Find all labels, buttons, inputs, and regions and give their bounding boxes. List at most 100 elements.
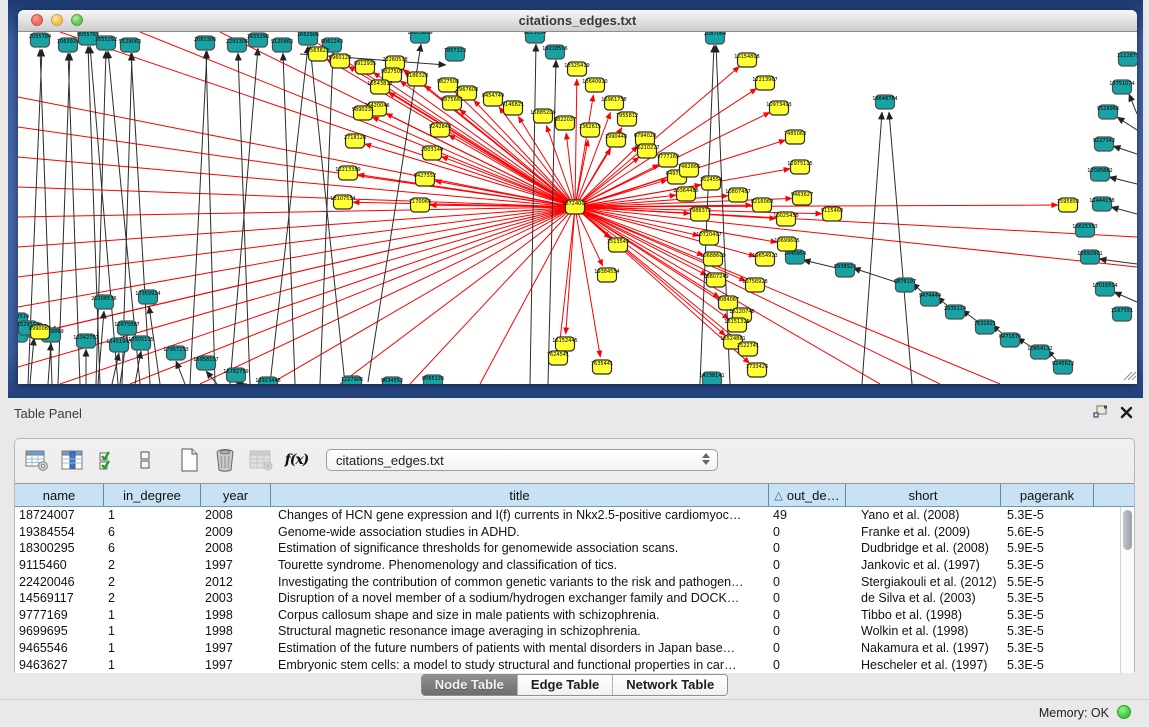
table-cell[interactable]: Structural magnetic resonance image aver… [271, 624, 769, 638]
table-cell[interactable]: Genome-wide association studies in ADHD. [271, 525, 769, 539]
table-row[interactable]: 1872400712008Changes of HCN gene express… [15, 507, 1134, 524]
graph-node[interactable]: 10807487 [725, 188, 750, 202]
graph-node[interactable]: 9474444 [919, 292, 941, 306]
table-row[interactable]: 946362711997Embryonic stem cells: a mode… [15, 656, 1134, 673]
graph-node[interactable]: 7986372 [689, 207, 711, 221]
graph-node[interactable]: 19218506 [542, 45, 567, 59]
graph-node[interactable]: 2291306 [226, 38, 248, 52]
table-cell[interactable]: 1998 [201, 608, 271, 622]
minimize-window-button[interactable] [51, 14, 63, 26]
close-window-button[interactable] [31, 14, 43, 26]
graph-node[interactable]: 1362615 [579, 123, 601, 137]
graph-node[interactable]: 7462666 [678, 163, 700, 177]
graph-node[interactable]: 8427552 [414, 172, 436, 186]
graph-node[interactable]: 10154808 [734, 53, 759, 67]
graph-node[interactable]: 17359924 [135, 290, 160, 304]
table-cell[interactable]: Corpus callosum shape and size in male p… [271, 608, 769, 622]
table-cell[interactable]: Tourette syndrome. Phenomenology and cla… [271, 558, 769, 572]
table-cell[interactable]: 9699695 [15, 624, 104, 638]
graph-node[interactable]: 8216060 [751, 198, 773, 212]
graph-node[interactable]: 16782759 [223, 368, 248, 382]
graph-node[interactable]: 10699605 [774, 237, 799, 251]
table-cell[interactable]: 18724007 [15, 508, 104, 522]
table-row[interactable]: 2242004622012Investigating the contribut… [15, 573, 1134, 590]
graph-node[interactable]: 8990081 [29, 325, 51, 339]
graph-node[interactable]: 8471676 [999, 333, 1021, 347]
table-vertical-scrollbar[interactable] [1120, 507, 1134, 673]
table-cell[interactable]: 5.5E-5 [1001, 575, 1094, 589]
graph-node[interactable]: 9120663 [271, 38, 293, 52]
table-cell[interactable]: 6 [104, 525, 201, 539]
table-cell[interactable]: 9777169 [15, 608, 104, 622]
float-panel-icon[interactable] [1093, 405, 1108, 424]
table-cell[interactable]: Disruption of a novel member of a sodium… [271, 591, 769, 605]
graph-node[interactable]: 2081306 [194, 36, 216, 50]
graph-node[interactable]: 12342757 [73, 334, 98, 348]
graph-node[interactable]: 9890231 [352, 106, 374, 120]
table-select-dropdown[interactable]: citations_edges.txt [326, 449, 718, 471]
graph-node[interactable]: 9245612 [1052, 360, 1074, 374]
tab-edge-table[interactable]: Edge Table [517, 675, 612, 695]
graph-node[interactable]: 9242848 [429, 123, 451, 137]
graph-node[interactable]: 9115460 [821, 207, 843, 221]
select-columns-button[interactable] [60, 448, 85, 472]
table-row[interactable]: 969969511998Structural magnetic resonanc… [15, 623, 1134, 640]
graph-node[interactable]: 8960128 [329, 54, 351, 68]
table-settings-button[interactable] [24, 448, 49, 472]
table-cell[interactable]: 2 [104, 591, 201, 605]
table-cell[interactable]: 2003 [201, 591, 271, 605]
graph-node[interactable]: 7632621 [974, 320, 996, 334]
table-cell[interactable]: Tibbo et al. (1998) [846, 608, 1001, 622]
table-cell[interactable]: Estimation of the future numbers of pati… [271, 641, 769, 655]
graph-node[interactable]: 1170064 [409, 198, 431, 212]
function-builder-button[interactable]: f(x) [284, 448, 309, 472]
graph-node[interactable]: 10025458 [773, 212, 798, 226]
graph-node[interactable]: 8938924 [834, 263, 856, 277]
graph-node[interactable]: 1655292 [95, 36, 117, 50]
graph-node[interactable]: 3624554 [700, 176, 722, 190]
table-cell[interactable]: 9115460 [15, 558, 104, 572]
table-cell[interactable]: 9463627 [15, 658, 104, 672]
column-header-name[interactable]: name [15, 484, 104, 506]
graph-node[interactable]: 7624541 [547, 351, 569, 365]
table-row[interactable]: 911546021997Tourette syndrome. Phenomeno… [15, 557, 1134, 574]
graph-node[interactable]: 16152445 [552, 337, 577, 351]
table-row[interactable]: 946554611997Estimation of the future num… [15, 640, 1134, 657]
graph-node[interactable]: 1227906 [341, 376, 363, 384]
zoom-window-button[interactable] [71, 14, 83, 26]
scrollbar-thumb[interactable] [1123, 510, 1132, 550]
graph-node[interactable]: 10688609 [700, 252, 725, 266]
graph-node[interactable]: 10654112 [1027, 345, 1052, 359]
table-cell[interactable]: 2012 [201, 575, 271, 589]
table-cell[interactable]: Dudbridge et al. (2008) [846, 541, 1001, 555]
table-cell[interactable]: Hescheler et al. (1997) [846, 658, 1001, 672]
graph-node[interactable]: 16958107 [193, 356, 218, 370]
table-cell[interactable]: Embryonic stem cells: a model to study s… [271, 658, 769, 672]
table-cell[interactable]: Nakamura et al. (1997) [846, 641, 1001, 655]
table-cell[interactable]: 6 [104, 541, 201, 555]
table-cell[interactable]: 5.3E-5 [1001, 558, 1094, 572]
graph-node[interactable]: 16648784 [872, 95, 897, 109]
table-cell[interactable]: 19384554 [15, 525, 104, 539]
graph-node[interactable]: 15885209 [530, 109, 555, 123]
graph-node[interactable]: 18724007 [562, 200, 587, 214]
table-cell[interactable]: 5.6E-5 [1001, 525, 1094, 539]
graph-node[interactable]: 18807249 [703, 273, 728, 287]
graph-node[interactable]: 1595850 [1057, 198, 1079, 212]
graph-node[interactable]: 10756928 [742, 278, 767, 292]
graph-node[interactable]: 2087064 [704, 32, 726, 44]
table-cell[interactable]: 5.3E-5 [1001, 508, 1094, 522]
tab-node-table[interactable]: Node Table [422, 675, 517, 695]
table-cell[interactable]: 2008 [201, 508, 271, 522]
table-cell[interactable]: 1997 [201, 558, 271, 572]
graph-node[interactable]: 9227342 [1093, 137, 1115, 151]
graph-node[interactable]: 12213389 [335, 166, 360, 180]
graph-node[interactable]: 7857223 [444, 47, 466, 61]
graph-node[interactable]: 9875685 [441, 96, 463, 110]
table-cell[interactable]: 14569117 [15, 591, 104, 605]
table-cell[interactable]: Jankovic et al. (1997) [846, 558, 1001, 572]
graph-node[interactable]: 2055784 [29, 33, 51, 47]
table-cell[interactable]: 0 [769, 591, 846, 605]
graph-node[interactable]: 2718126 [344, 134, 366, 148]
graph-node[interactable]: 17957253 [163, 346, 188, 360]
